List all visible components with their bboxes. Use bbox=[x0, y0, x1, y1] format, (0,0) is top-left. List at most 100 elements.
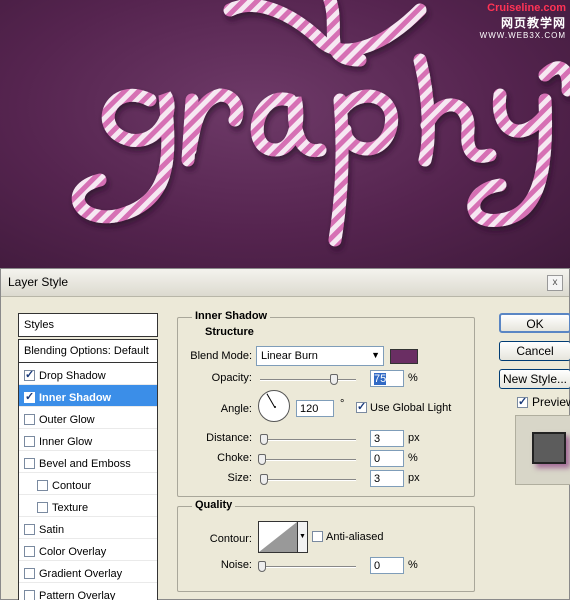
angle-value: 120 bbox=[300, 403, 319, 415]
opacity-slider[interactable] bbox=[260, 374, 356, 385]
canvas-artwork: Cruiseline.com 网页教学网 WWW.WEB3X.COM bbox=[0, 0, 570, 268]
choke-label: Choke: bbox=[217, 452, 252, 464]
checkbox[interactable] bbox=[24, 568, 35, 579]
angle-field[interactable]: 120 bbox=[296, 400, 334, 417]
noise-slider-thumb[interactable] bbox=[258, 561, 266, 572]
checkbox[interactable] bbox=[24, 390, 35, 403]
checkbox[interactable] bbox=[24, 546, 35, 557]
blend-mode-label: Blend Mode: bbox=[190, 350, 252, 362]
checkbox[interactable] bbox=[24, 590, 35, 600]
sidebar-item-contour[interactable]: Contour bbox=[19, 473, 157, 495]
sidebar-item-inner-shadow[interactable]: Inner Shadow bbox=[19, 385, 157, 407]
sidebar-item-inner-glow[interactable]: Inner Glow bbox=[19, 429, 157, 451]
watermark: Cruiseline.com 网页教学网 WWW.WEB3X.COM bbox=[480, 2, 566, 40]
sidebar-item-pattern-overlay[interactable]: Pattern Overlay bbox=[19, 583, 157, 600]
noise-unit: % bbox=[408, 559, 418, 571]
checkbox[interactable] bbox=[37, 480, 48, 491]
watermark-site: Cruiseline.com bbox=[487, 2, 566, 14]
size-slider-thumb[interactable] bbox=[260, 474, 268, 485]
sidebar-item-gradient-overlay[interactable]: Gradient Overlay bbox=[19, 561, 157, 583]
preview-label: Preview bbox=[532, 395, 570, 409]
opacity-field[interactable]: 75 bbox=[370, 370, 404, 387]
contour-picker[interactable] bbox=[258, 521, 298, 553]
sidebar-item-label: Color Overlay bbox=[39, 545, 107, 558]
candy-text-graphic bbox=[71, 0, 570, 247]
ok-button[interactable]: OK bbox=[499, 313, 570, 333]
checkbox[interactable] bbox=[24, 368, 35, 381]
new-style-button[interactable]: New Style... bbox=[499, 369, 570, 389]
preview-checkbox[interactable] bbox=[517, 395, 528, 408]
watermark-url: WWW.WEB3X.COM bbox=[479, 31, 566, 40]
quality-title: Quality bbox=[192, 499, 236, 511]
opacity-unit: % bbox=[408, 372, 418, 384]
inner-shadow-panel: Inner Shadow Structure Blend Mode: Linea… bbox=[177, 309, 477, 600]
close-icon[interactable]: x bbox=[547, 275, 563, 291]
cancel-button[interactable]: Cancel bbox=[499, 341, 570, 361]
sidebar-item-label: Satin bbox=[39, 523, 65, 536]
noise-field[interactable]: 0 bbox=[370, 557, 404, 574]
sidebar-item-color-overlay[interactable]: Color Overlay bbox=[19, 539, 157, 561]
quality-group: Quality Contour: ▼ Anti-aliased Noise: 0… bbox=[177, 499, 475, 592]
size-value: 3 bbox=[374, 473, 381, 485]
sidebar-item-label: Contour bbox=[52, 479, 92, 492]
distance-unit: px bbox=[408, 432, 420, 444]
contour-dropdown-icon[interactable]: ▼ bbox=[298, 521, 308, 553]
distance-value: 3 bbox=[374, 433, 381, 445]
angle-dial[interactable] bbox=[258, 390, 290, 422]
checkbox[interactable] bbox=[24, 436, 35, 447]
checkbox[interactable] bbox=[24, 458, 35, 469]
choke-unit: % bbox=[408, 452, 418, 464]
sidebar-item-drop-shadow[interactable]: Drop Shadow bbox=[19, 363, 157, 385]
blend-mode-select[interactable]: Linear Burn ▼ bbox=[256, 346, 384, 366]
choke-slider[interactable] bbox=[258, 454, 356, 465]
effects-list: Drop Shadow Inner Shadow Outer Glow Inner G… bbox=[18, 363, 158, 600]
choke-slider-thumb[interactable] bbox=[258, 454, 266, 465]
distance-slider-thumb[interactable] bbox=[260, 434, 268, 445]
layer-style-dialog: Layer Style x Styles Blending Options: D… bbox=[0, 268, 570, 600]
preview-swatch bbox=[532, 432, 566, 464]
panel-title: Inner Shadow bbox=[192, 310, 271, 322]
noise-slider[interactable] bbox=[258, 561, 356, 572]
sidebar-item-label: Outer Glow bbox=[39, 413, 95, 426]
chevron-down-icon: ▼ bbox=[371, 350, 380, 360]
preview-thumbnail bbox=[515, 415, 570, 485]
contour-curve-icon bbox=[259, 522, 297, 552]
distance-field[interactable]: 3 bbox=[370, 430, 404, 447]
global-light-checkbox[interactable] bbox=[356, 400, 367, 413]
angle-unit: ° bbox=[340, 398, 345, 410]
opacity-value: 75 bbox=[374, 373, 387, 385]
dialog-titlebar[interactable]: Layer Style x bbox=[1, 269, 569, 297]
sidebar-item-outer-glow[interactable]: Outer Glow bbox=[19, 407, 157, 429]
size-label: Size: bbox=[227, 472, 252, 484]
checkbox[interactable] bbox=[24, 524, 35, 535]
checkbox[interactable] bbox=[37, 502, 48, 513]
blend-mode-value: Linear Burn bbox=[261, 350, 318, 362]
sidebar-item-label: Drop Shadow bbox=[39, 369, 106, 382]
distance-label: Distance: bbox=[206, 432, 252, 444]
distance-slider[interactable] bbox=[260, 434, 356, 445]
contour-label: Contour: bbox=[209, 533, 252, 545]
preview-toggle[interactable]: Preview bbox=[517, 395, 570, 409]
opacity-slider-thumb[interactable] bbox=[330, 374, 338, 385]
sidebar-item-satin[interactable]: Satin bbox=[19, 517, 157, 539]
blend-color-swatch[interactable] bbox=[390, 349, 418, 364]
anti-aliased-label: Anti-aliased bbox=[326, 531, 384, 543]
watermark-cn: 网页教学网 bbox=[500, 16, 566, 30]
sidebar-item-texture[interactable]: Texture bbox=[19, 495, 157, 517]
styles-header[interactable]: Styles bbox=[18, 313, 158, 337]
structure-title: Structure bbox=[202, 326, 257, 338]
sidebar-item-bevel-and-emboss[interactable]: Bevel and Emboss bbox=[19, 451, 157, 473]
inner-shadow-group: Inner Shadow Structure Blend Mode: Linea… bbox=[177, 310, 475, 497]
anti-aliased-checkbox[interactable] bbox=[312, 531, 323, 542]
opacity-label: Opacity: bbox=[211, 372, 252, 384]
noise-value: 0 bbox=[374, 560, 381, 572]
choke-value: 0 bbox=[374, 453, 381, 465]
choke-field[interactable]: 0 bbox=[370, 450, 404, 467]
checkbox[interactable] bbox=[24, 414, 35, 425]
blending-options[interactable]: Blending Options: Default bbox=[18, 339, 158, 363]
sidebar-item-label: Gradient Overlay bbox=[39, 567, 123, 580]
angle-label: Angle: bbox=[220, 403, 252, 415]
size-field[interactable]: 3 bbox=[370, 470, 404, 487]
global-light-label: Use Global Light bbox=[370, 402, 452, 414]
size-slider[interactable] bbox=[260, 474, 356, 485]
